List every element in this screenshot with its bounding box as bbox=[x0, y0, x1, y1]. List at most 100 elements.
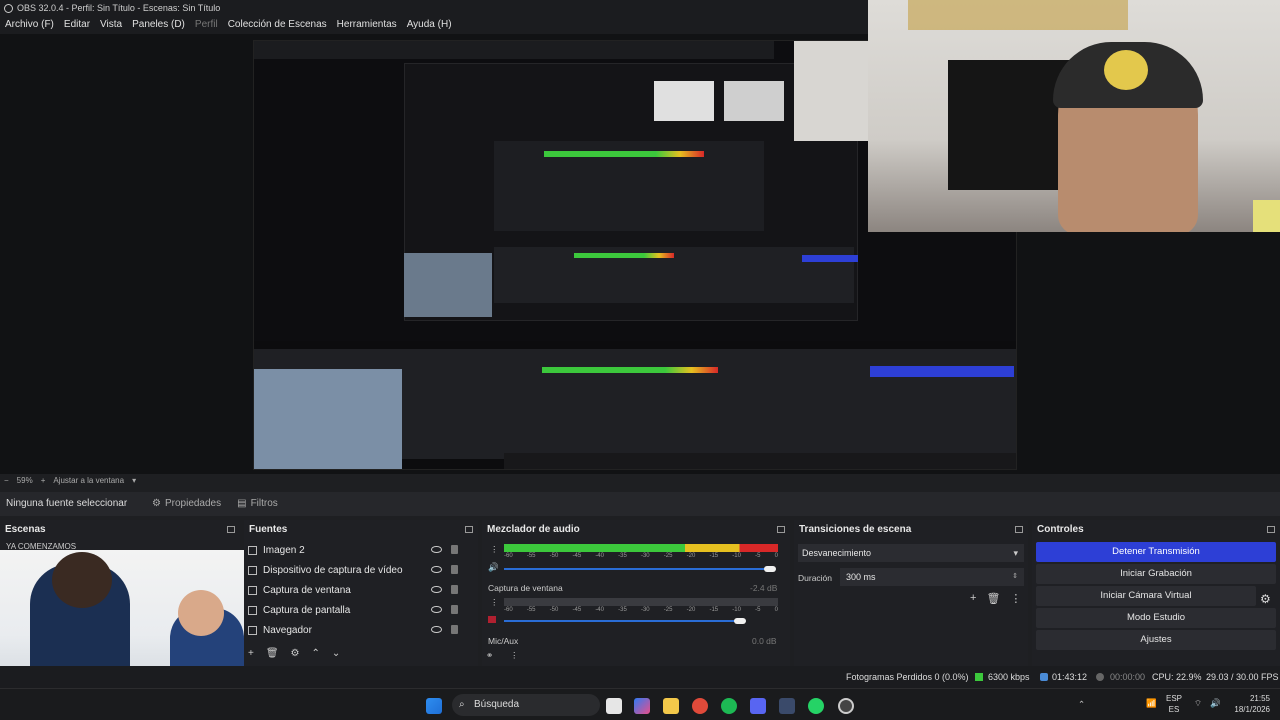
eye-icon[interactable] bbox=[431, 566, 442, 573]
chevron-up-icon[interactable]: ⌃ bbox=[1078, 699, 1085, 710]
title-bar: OBS 32.0.4 - Perfil: Sin Título - Escena… bbox=[0, 0, 870, 16]
preview-zoom-bar: − 59% + Ajustar a la ventana ▾ bbox=[0, 474, 1280, 488]
speaker-icon[interactable]: 🔊 bbox=[488, 562, 499, 573]
gear-icon[interactable]: ⚙ bbox=[291, 648, 300, 659]
source-item[interactable]: Dispositivo de captura de vídeo bbox=[244, 560, 478, 580]
clock-time: 21:55 bbox=[1249, 694, 1270, 703]
menu-herramientas[interactable]: Herramientas bbox=[332, 16, 402, 34]
sources-dock: Fuentes Imagen 2 Dispositivo de captura … bbox=[244, 520, 478, 666]
undock-icon[interactable] bbox=[1015, 526, 1023, 533]
eye-icon[interactable] bbox=[431, 606, 442, 613]
spin-icon[interactable]: ⇕ bbox=[1012, 568, 1018, 586]
kebab-icon[interactable]: ⋮ bbox=[1010, 592, 1021, 605]
start-recording-button[interactable]: Iniciar Grabación bbox=[1036, 564, 1276, 584]
steam-icon[interactable] bbox=[779, 698, 795, 714]
channel-db: -2.4 dB bbox=[750, 583, 778, 593]
folder-icon[interactable] bbox=[663, 698, 679, 714]
muted-speaker-icon[interactable] bbox=[488, 616, 496, 623]
stream-time: 01:43:12 bbox=[1052, 672, 1088, 682]
zoom-level: 59% bbox=[16, 476, 33, 485]
dropped-frames: Fotogramas Perdidos 0 (0.0%) bbox=[846, 672, 969, 682]
volume-slider-knob[interactable] bbox=[764, 566, 776, 572]
network-icon[interactable]: 📶 bbox=[1146, 698, 1157, 709]
eye-icon[interactable] bbox=[431, 586, 442, 593]
nested-dock-row bbox=[254, 349, 1016, 469]
eye-icon[interactable] bbox=[431, 626, 442, 633]
lock-icon[interactable] bbox=[451, 585, 458, 594]
transition-toolbar: + 🗑 ⋮ bbox=[970, 592, 1021, 605]
volume-slider[interactable] bbox=[504, 568, 770, 570]
filters-button[interactable]: ▤ Filtros bbox=[229, 492, 286, 516]
properties-button[interactable]: ⚙ Propiedades bbox=[144, 492, 229, 516]
obs-icon[interactable] bbox=[838, 698, 854, 714]
stream-icon bbox=[1040, 673, 1048, 681]
undock-icon[interactable] bbox=[465, 526, 473, 533]
menu-perfil[interactable]: Perfil bbox=[190, 16, 223, 34]
add-icon[interactable]: + bbox=[248, 648, 254, 659]
menu-coleccion-escenas[interactable]: Colección de Escenas bbox=[223, 16, 332, 34]
fps: 29.03 / 30.00 FPS bbox=[1206, 672, 1279, 682]
menu-archivo[interactable]: Archivo (F) bbox=[0, 16, 59, 34]
source-label: Imagen 2 bbox=[263, 544, 305, 556]
taskview-icon[interactable] bbox=[606, 698, 622, 714]
source-item[interactable]: Imagen 2 bbox=[244, 540, 478, 560]
stop-streaming-button[interactable]: Detener Transmisión bbox=[1036, 542, 1276, 562]
webcam-feed bbox=[868, 0, 1280, 232]
kebab-icon[interactable]: ⋮ bbox=[490, 544, 499, 555]
volume-slider-knob[interactable] bbox=[734, 618, 746, 624]
add-icon[interactable]: + bbox=[970, 592, 976, 605]
lock-icon[interactable] bbox=[451, 605, 458, 614]
chrome-icon[interactable] bbox=[692, 698, 708, 714]
windows-start-icon[interactable] bbox=[426, 698, 442, 714]
volume-icon[interactable]: 🔊 bbox=[1210, 698, 1221, 709]
volume-slider[interactable] bbox=[504, 620, 740, 622]
language-indicator[interactable]: ESP ES bbox=[1166, 693, 1182, 715]
kebab-icon[interactable]: ⋮ bbox=[490, 597, 499, 608]
menu-bar: Archivo (F) Editar Vista Paneles (D) Per… bbox=[0, 16, 870, 34]
sources-toolbar: + 🗑 ⚙ ⌃ ⌄ bbox=[248, 648, 340, 659]
gear-icon[interactable]: ⚙ bbox=[1260, 592, 1271, 606]
settings-button[interactable]: Ajustes bbox=[1036, 630, 1276, 650]
lock-icon[interactable] bbox=[451, 625, 458, 634]
studio-mode-button[interactable]: Modo Estudio bbox=[1036, 608, 1276, 628]
duration-label: Duración bbox=[798, 573, 833, 583]
taskbar-search[interactable]: ⌕ Búsqueda bbox=[452, 694, 600, 716]
transitions-title: Transiciones de escena bbox=[799, 524, 912, 535]
clock[interactable]: 21:55 18/1/2026 bbox=[1226, 693, 1270, 715]
transition-select[interactable]: Desvanecimiento ▾ bbox=[798, 544, 1024, 562]
whatsapp-icon[interactable] bbox=[808, 698, 824, 714]
trash-icon[interactable]: 🗑 bbox=[266, 648, 279, 659]
zoom-out-button[interactable]: − bbox=[4, 474, 9, 488]
lock-icon[interactable] bbox=[451, 565, 458, 574]
scenes-dock: Escenas YA COMENZAMOS bbox=[0, 520, 248, 720]
menu-editar[interactable]: Editar bbox=[59, 16, 95, 34]
undock-icon[interactable] bbox=[777, 526, 785, 533]
kebab-icon[interactable]: ⋮ bbox=[510, 650, 519, 661]
link-icon[interactable]: ⚭ bbox=[486, 650, 493, 661]
record-time: 00:00:00 bbox=[1110, 672, 1146, 682]
zoom-in-button[interactable]: + bbox=[41, 474, 46, 488]
spotify-icon[interactable] bbox=[721, 698, 737, 714]
duration-input[interactable]: 300 ms ⇕ bbox=[840, 568, 1024, 586]
menu-vista[interactable]: Vista bbox=[95, 16, 127, 34]
menu-paneles[interactable]: Paneles (D) bbox=[127, 16, 190, 34]
fit-to-window-select[interactable]: Ajustar a la ventana bbox=[53, 474, 124, 488]
chevron-down-icon[interactable]: ⌄ bbox=[332, 648, 340, 659]
chevron-up-icon[interactable]: ⌃ bbox=[312, 648, 320, 659]
discord-icon[interactable] bbox=[750, 698, 766, 714]
lock-icon[interactable] bbox=[451, 545, 458, 554]
copilot-icon[interactable] bbox=[634, 698, 650, 714]
start-virtual-camera-button[interactable]: Iniciar Cámara Virtual bbox=[1036, 586, 1256, 606]
source-item[interactable]: Captura de pantalla bbox=[244, 600, 478, 620]
taskbar-search-label: Búsqueda bbox=[474, 699, 520, 710]
trash-icon[interactable]: 🗑 bbox=[986, 592, 1000, 605]
wifi-icon[interactable]: ⌔ bbox=[1194, 698, 1202, 709]
status-bar: Fotogramas Perdidos 0 (0.0%) 6300 kbps 0… bbox=[0, 666, 1280, 688]
eye-icon[interactable] bbox=[431, 546, 442, 553]
source-item[interactable]: Navegador bbox=[244, 620, 478, 640]
source-item[interactable]: Captura de ventana bbox=[244, 580, 478, 600]
menu-ayuda[interactable]: Ayuda (H) bbox=[402, 16, 457, 34]
undock-icon[interactable] bbox=[1267, 526, 1275, 533]
undock-icon[interactable] bbox=[227, 526, 235, 533]
source-label: Dispositivo de captura de vídeo bbox=[263, 564, 403, 576]
